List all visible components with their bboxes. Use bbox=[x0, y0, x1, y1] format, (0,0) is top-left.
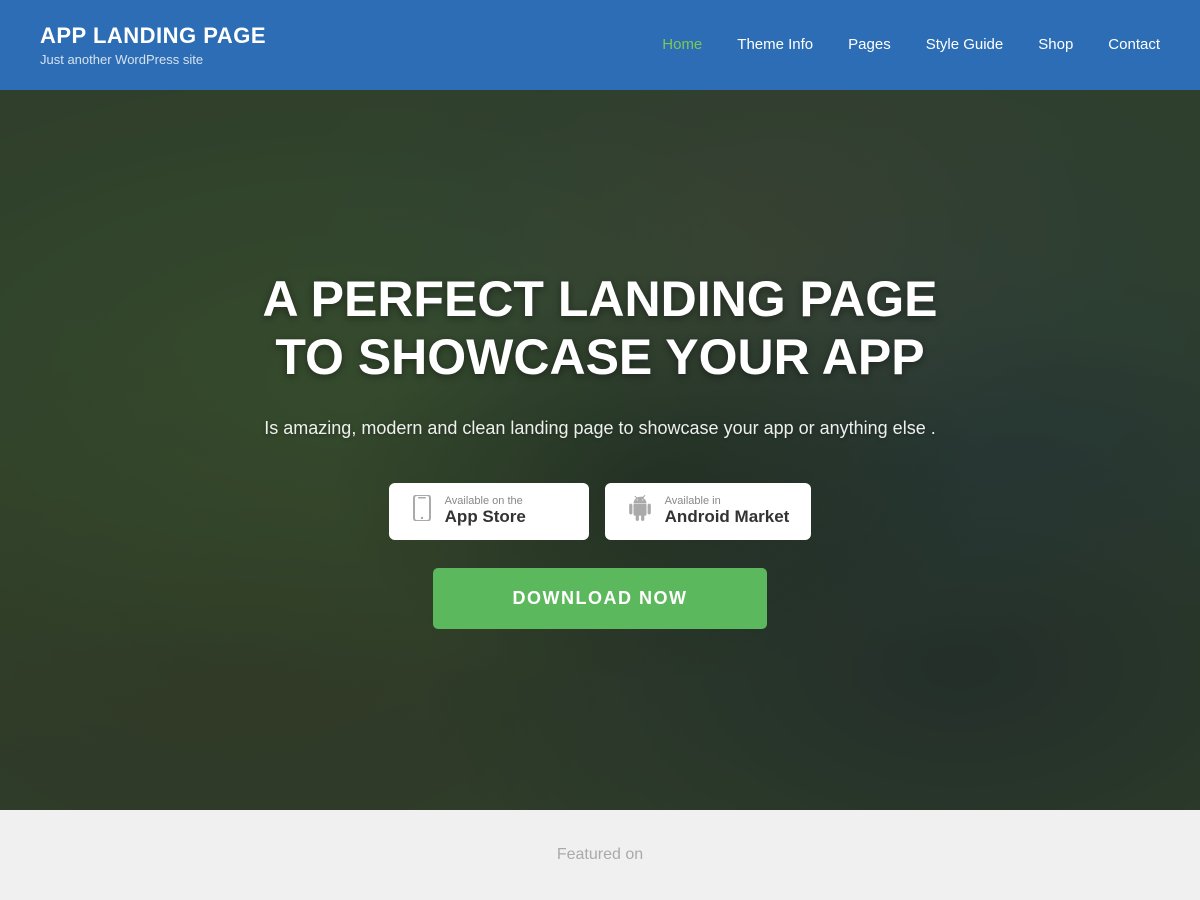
nav-link-theme-info[interactable]: Theme Info bbox=[737, 36, 813, 53]
nav-item-contact[interactable]: Contact bbox=[1108, 36, 1160, 54]
hero-subheadline: Is amazing, modern and clean landing pag… bbox=[230, 414, 970, 443]
android-market-button[interactable]: Available in Android Market bbox=[605, 483, 812, 540]
app-store-small-text: Available on the bbox=[445, 495, 526, 507]
download-now-button[interactable]: DOWNLOAD NOW bbox=[433, 568, 768, 629]
app-store-large-text: App Store bbox=[445, 507, 526, 527]
android-icon bbox=[627, 495, 653, 528]
app-store-text: Available on the App Store bbox=[445, 495, 526, 527]
app-store-button[interactable]: Available on the App Store bbox=[389, 483, 589, 540]
site-tagline: Just another WordPress site bbox=[40, 52, 266, 67]
nav-menu: Home Theme Info Pages Style Guide Shop C… bbox=[662, 36, 1160, 54]
android-small-text: Available in bbox=[665, 495, 790, 507]
store-buttons: Available on the App Store Available in … bbox=[230, 483, 970, 540]
featured-label: Featured on bbox=[557, 846, 643, 864]
nav-link-style-guide[interactable]: Style Guide bbox=[926, 36, 1004, 53]
android-large-text: Android Market bbox=[665, 507, 790, 527]
nav-item-style-guide[interactable]: Style Guide bbox=[926, 36, 1004, 54]
nav-item-shop[interactable]: Shop bbox=[1038, 36, 1073, 54]
site-branding: APP LANDING PAGE Just another WordPress … bbox=[40, 23, 266, 67]
nav-link-pages[interactable]: Pages bbox=[848, 36, 891, 53]
nav-link-contact[interactable]: Contact bbox=[1108, 36, 1160, 53]
site-title: APP LANDING PAGE bbox=[40, 23, 266, 49]
phone-icon bbox=[411, 495, 433, 528]
hero-section: A PERFECT LANDING PAGE TO SHOWCASE YOUR … bbox=[0, 90, 1200, 810]
android-market-text: Available in Android Market bbox=[665, 495, 790, 527]
nav-item-theme-info[interactable]: Theme Info bbox=[737, 36, 813, 54]
nav-item-home[interactable]: Home bbox=[662, 36, 702, 54]
hero-content: A PERFECT LANDING PAGE TO SHOWCASE YOUR … bbox=[210, 271, 990, 629]
featured-section: Featured on bbox=[0, 810, 1200, 900]
nav-link-shop[interactable]: Shop bbox=[1038, 36, 1073, 53]
site-header: APP LANDING PAGE Just another WordPress … bbox=[0, 0, 1200, 90]
nav-link-home[interactable]: Home bbox=[662, 36, 702, 53]
hero-headline: A PERFECT LANDING PAGE TO SHOWCASE YOUR … bbox=[230, 271, 970, 386]
main-nav: Home Theme Info Pages Style Guide Shop C… bbox=[662, 36, 1160, 54]
nav-item-pages[interactable]: Pages bbox=[848, 36, 891, 54]
